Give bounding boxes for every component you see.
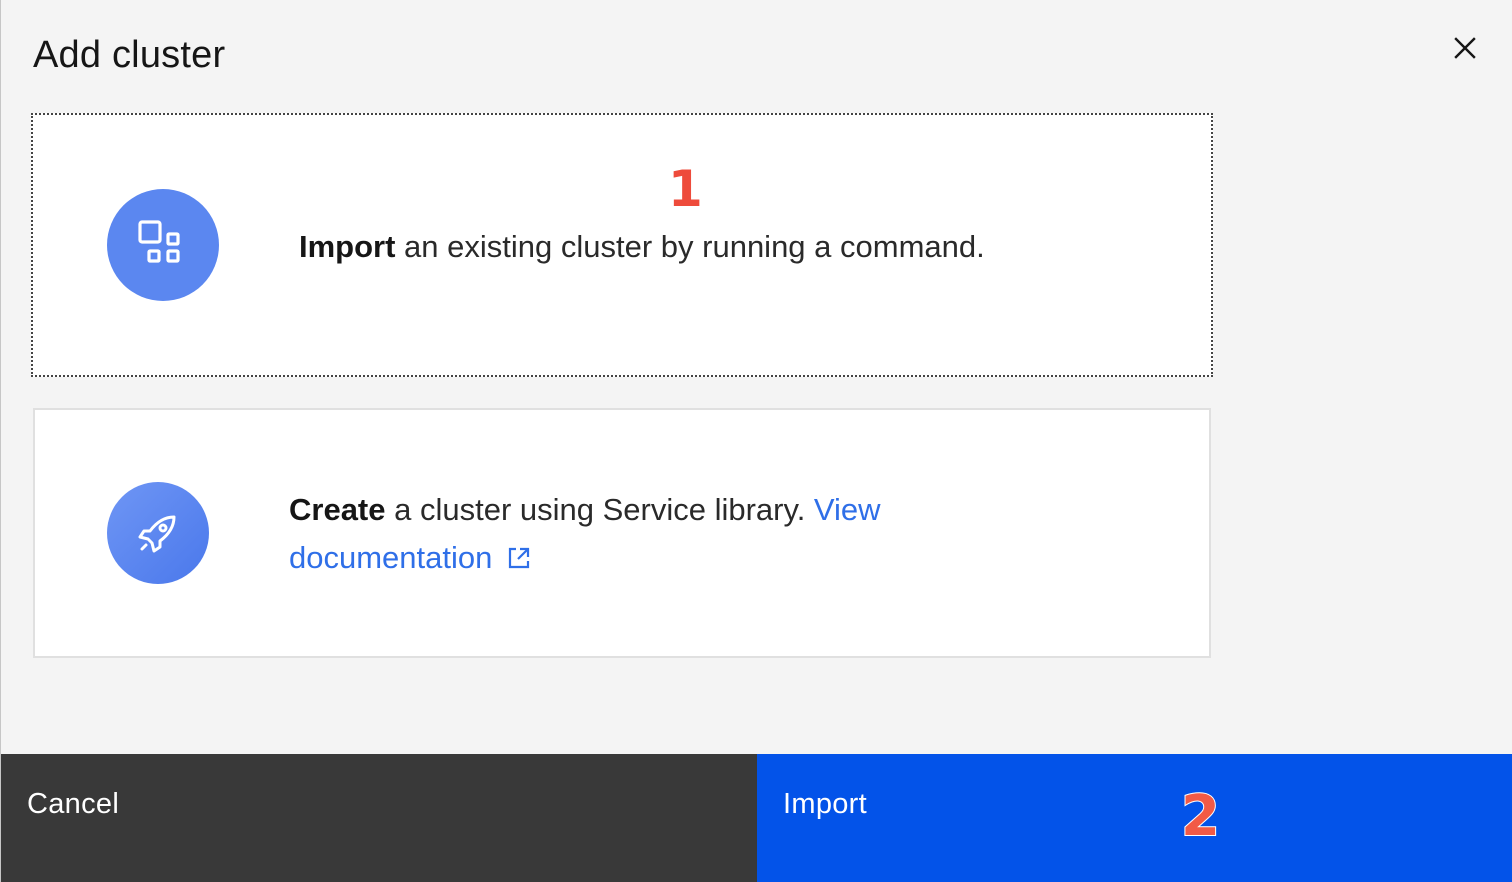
launch-icon <box>509 547 530 569</box>
close-icon <box>1454 37 1476 59</box>
rocket-icon <box>138 515 176 553</box>
create-cluster-tile[interactable]: Create a cluster using Service library. … <box>33 408 1211 658</box>
create-tile-description: Create a cluster using Service library. … <box>289 486 949 582</box>
annotation-badge-2: 2 <box>1180 783 1221 850</box>
create-tile-bold: Create <box>289 492 386 527</box>
add-cluster-modal: Add cluster Import an existing cluster b… <box>0 0 1512 882</box>
import-tile-bold: Import <box>299 229 396 264</box>
create-tile-text: a cluster using Service library. <box>385 492 814 527</box>
cluster-grid-icon <box>138 220 180 263</box>
import-button[interactable]: Import <box>757 754 1512 882</box>
cancel-button[interactable]: Cancel <box>1 754 757 882</box>
import-tile-description: Import an existing cluster by running a … <box>299 223 985 271</box>
modal-title: Add cluster <box>33 34 226 76</box>
modal-footer: Cancel Import <box>1 754 1512 882</box>
import-tile-text: an existing cluster by running a command… <box>395 229 985 264</box>
create-tile-icon-circle <box>107 482 209 584</box>
annotation-badge-1: 1 <box>668 160 703 218</box>
close-button[interactable] <box>1445 28 1485 68</box>
import-tile-icon-circle <box>107 189 219 301</box>
import-cluster-tile[interactable]: Import an existing cluster by running a … <box>31 113 1213 377</box>
